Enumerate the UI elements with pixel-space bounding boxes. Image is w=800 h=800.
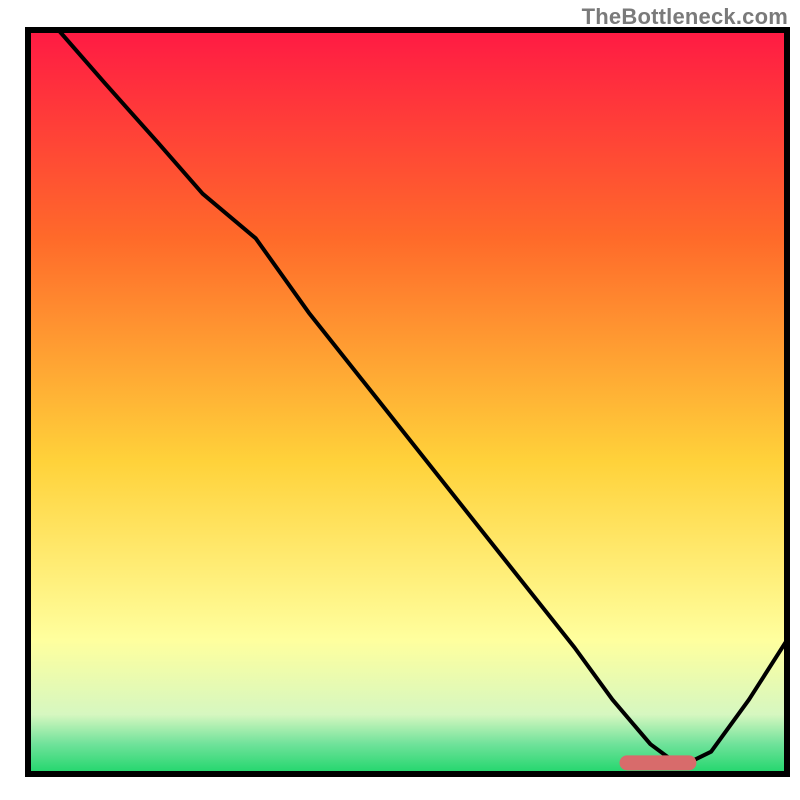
- plot-area: [28, 30, 787, 774]
- optimal-range-marker: [620, 756, 696, 770]
- gradient-background: [28, 30, 787, 774]
- bottleneck-chart: [0, 0, 800, 800]
- watermark-text: TheBottleneck.com: [582, 4, 788, 30]
- chart-container: { "watermark": "TheBottleneck.com", "col…: [0, 0, 800, 800]
